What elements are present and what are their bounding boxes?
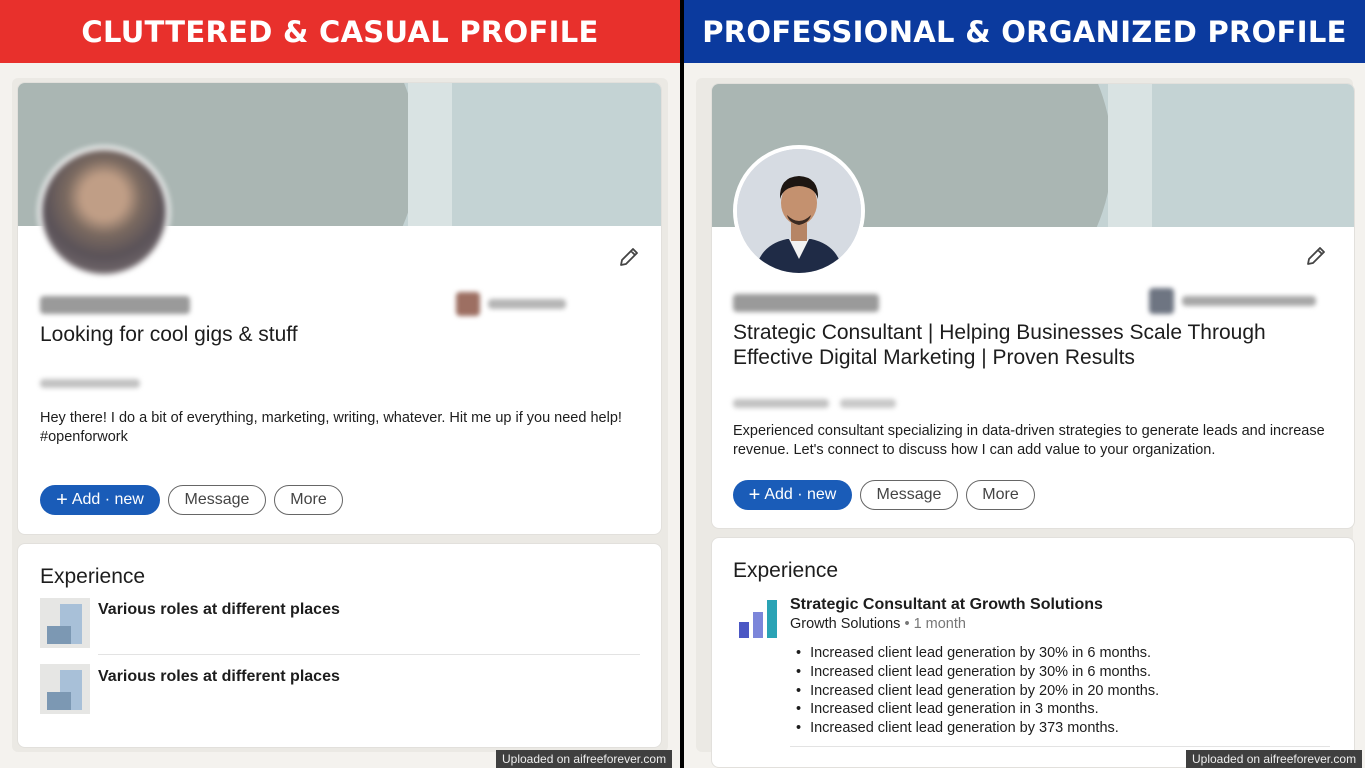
experience-heading: Experience	[40, 565, 146, 588]
achievement-item: Increased client lead generation by 30% …	[796, 663, 1159, 682]
experience-company: Growth Solutions	[790, 616, 901, 632]
divider	[98, 654, 640, 655]
add-new-label: Add · new	[764, 486, 837, 503]
professional-profile-panel: PROFESSIONAL & ORGANIZED PROFILE Strateg…	[684, 0, 1365, 768]
growth-chart-logo-icon	[739, 600, 777, 638]
professional-headshot-icon	[737, 149, 861, 273]
company-logo-icon	[40, 598, 90, 648]
experience-item-title[interactable]: Various roles at different places	[98, 668, 340, 686]
cluttered-profile-panel: CLUTTERED & CASUAL PROFILE Looking for c…	[0, 0, 680, 768]
profile-headline-line1: Strategic Consultant | Helping Businesse…	[733, 321, 1266, 344]
experience-duration: 1 month	[913, 616, 966, 632]
profile-headline-line2: Effective Digital Marketing | Proven Res…	[733, 346, 1135, 369]
profile-intro-card: Strategic Consultant | Helping Businesse…	[711, 83, 1355, 529]
profile-headline: Looking for cool gigs & stuff	[40, 323, 298, 346]
company-logo-icon	[40, 664, 90, 714]
experience-item-title[interactable]: Various roles at different places	[98, 601, 340, 619]
watermark: Uploaded on aifreeforever.com	[1186, 750, 1363, 768]
location-blurred	[40, 379, 140, 388]
plus-icon: +	[748, 484, 761, 506]
more-button[interactable]: More	[966, 480, 1035, 510]
profile-name-blurred	[733, 294, 879, 312]
divider	[790, 746, 1330, 747]
edit-pencil-icon[interactable]	[617, 245, 641, 269]
achievement-item: Increased client lead generation in 3 mo…	[796, 700, 1159, 719]
message-button[interactable]: Message	[860, 480, 958, 510]
cluttered-profile-banner: CLUTTERED & CASUAL PROFILE	[0, 0, 680, 63]
add-new-button[interactable]: + Add · new	[40, 485, 160, 515]
more-button[interactable]: More	[274, 485, 343, 515]
achievement-item: Increased client lead generation by 30% …	[796, 644, 1159, 663]
watermark: Uploaded on aifreeforever.com	[496, 750, 673, 768]
location-blurred	[733, 399, 829, 408]
company-name-blurred	[488, 299, 566, 309]
experience-card: Experience Various roles at different pl…	[17, 543, 662, 748]
about-text: Hey there! I do a bit of everything, mar…	[40, 410, 622, 445]
message-button[interactable]: Message	[168, 485, 266, 515]
about-text: Experienced consultant specializing in d…	[733, 423, 1325, 458]
add-new-label: Add · new	[71, 491, 144, 508]
company-logo-blurred	[456, 292, 480, 316]
profile-intro-card: Looking for cool gigs & stuff Hey there!…	[17, 82, 662, 535]
profile-name-blurred	[40, 296, 190, 314]
experience-job-title[interactable]: Strategic Consultant at Growth Solutions	[790, 596, 1103, 614]
experience-heading: Experience	[733, 559, 839, 582]
edit-pencil-icon[interactable]	[1304, 244, 1328, 268]
experience-card: Experience Strategic Consultant at Growt…	[711, 537, 1355, 768]
connections-blurred	[840, 399, 896, 408]
achievement-item: Increased client lead generation by 20% …	[796, 682, 1159, 701]
add-new-button[interactable]: + Add · new	[733, 480, 852, 510]
company-logo-blurred	[1149, 288, 1174, 314]
achievement-item: Increased client lead generation by 373 …	[796, 719, 1159, 738]
profile-photo-blurred[interactable]	[38, 146, 170, 278]
experience-company-line: Growth Solutions • 1 month	[790, 616, 966, 632]
profile-photo[interactable]	[733, 145, 865, 277]
company-name-blurred	[1182, 296, 1316, 306]
achievement-list: Increased client lead generation by 30% …	[796, 644, 1159, 738]
professional-profile-banner: PROFESSIONAL & ORGANIZED PROFILE	[684, 0, 1365, 63]
plus-icon: +	[56, 489, 68, 511]
